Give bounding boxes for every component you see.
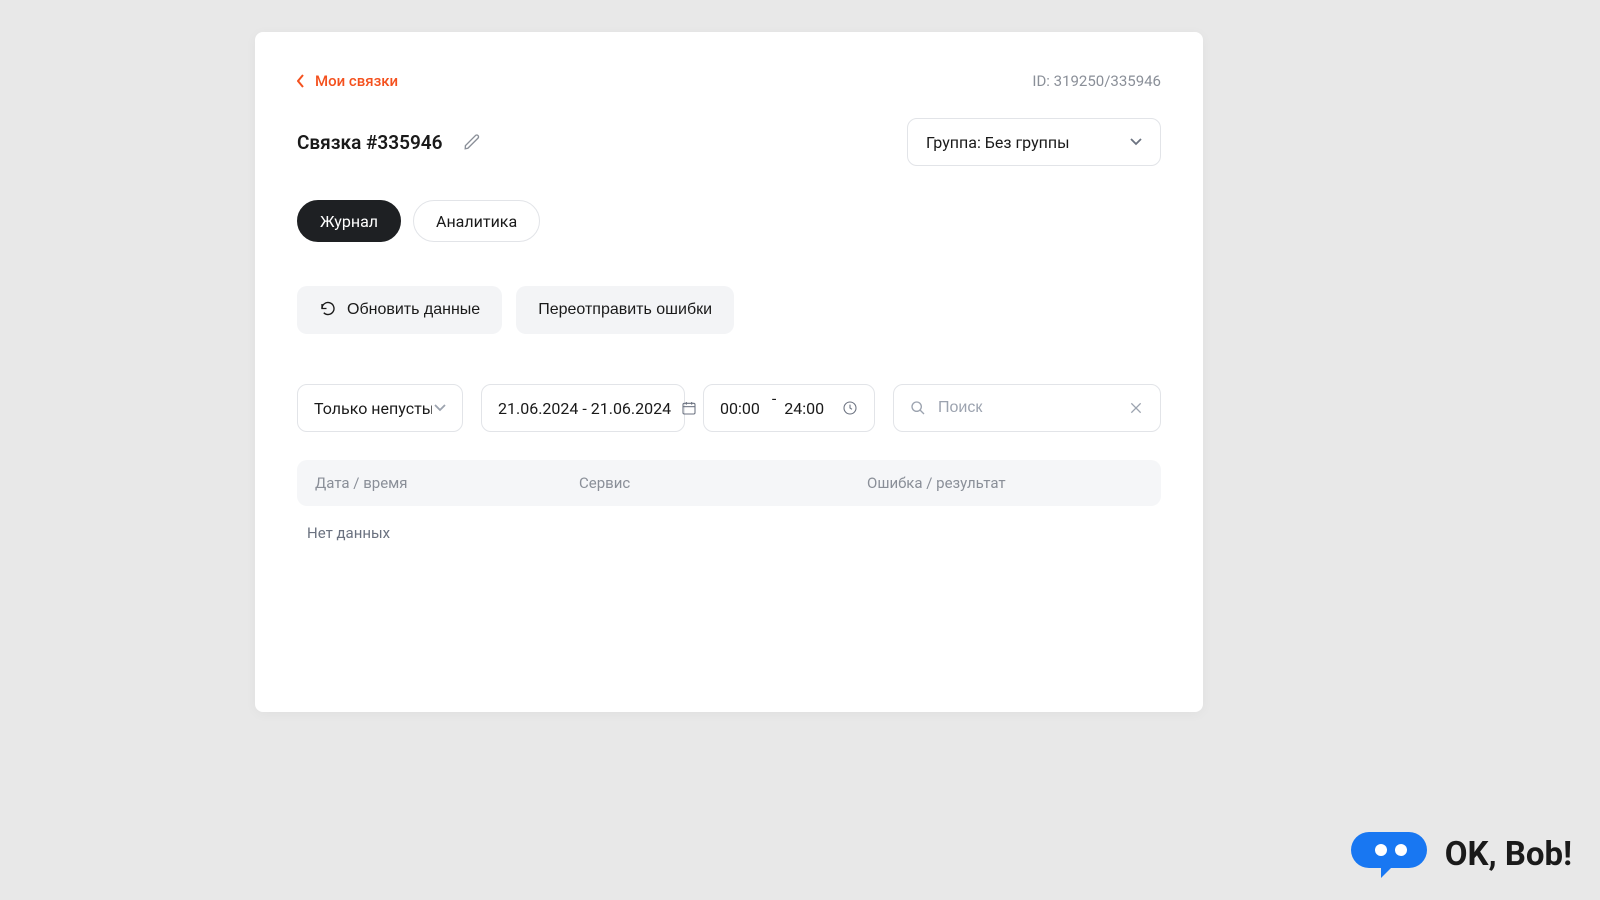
refresh-button-label: Обновить данные	[347, 301, 480, 319]
back-link-label: Мои связки	[315, 72, 398, 90]
filter-time-from: 00:00	[720, 399, 760, 418]
chevron-down-icon	[1130, 138, 1142, 146]
main-card: Мои связки ID: 319250/335946 Связка #335…	[255, 32, 1203, 712]
tab-journal[interactable]: Журнал	[297, 200, 401, 242]
filters-row: Только непустые 21.06.2024 - 21.06.2024 …	[297, 384, 1161, 432]
table-empty-message: Нет данных	[297, 506, 1161, 542]
chevron-left-icon	[297, 74, 305, 88]
tab-journal-label: Журнал	[320, 212, 378, 231]
column-date: Дата / время	[315, 474, 579, 492]
record-id: ID: 319250/335946	[1032, 72, 1161, 90]
filter-search	[893, 384, 1161, 432]
table-header: Дата / время Сервис Ошибка / результат	[297, 460, 1161, 506]
top-row: Мои связки ID: 319250/335946	[297, 72, 1161, 90]
pencil-icon[interactable]	[463, 133, 481, 151]
group-select-label: Группа: Без группы	[926, 133, 1070, 152]
resend-errors-label: Переотправить ошибки	[538, 301, 712, 319]
filter-nonempty-label: Только непустые	[314, 399, 432, 418]
chevron-down-icon	[434, 404, 446, 412]
filter-nonempty-select[interactable]: Только непустые	[297, 384, 463, 432]
filter-time-to: 24:00	[784, 399, 824, 418]
group-select[interactable]: Группа: Без группы	[907, 118, 1161, 166]
filter-time-range[interactable]: 00:00 - 24:00	[703, 384, 875, 432]
page-title: Связка #335946	[297, 131, 443, 154]
tab-analytics-label: Аналитика	[436, 212, 517, 231]
title-row: Связка #335946 Группа: Без группы	[297, 118, 1161, 166]
watermark: OK, Bob!	[1349, 830, 1572, 878]
column-error: Ошибка / результат	[867, 474, 1143, 492]
watermark-text: OK, Bob!	[1445, 835, 1572, 874]
filter-date-range-label: 21.06.2024 - 21.06.2024	[498, 399, 671, 418]
resend-errors-button[interactable]: Переотправить ошибки	[516, 286, 734, 334]
refresh-button[interactable]: Обновить данные	[297, 286, 502, 334]
close-icon[interactable]	[1128, 400, 1144, 416]
speech-bubble-icon	[1349, 830, 1429, 878]
actions-row: Обновить данные Переотправить ошибки	[297, 286, 1161, 334]
title-left: Связка #335946	[297, 131, 481, 154]
search-input[interactable]	[938, 399, 1116, 417]
filter-time-dash: -	[768, 389, 776, 427]
refresh-icon	[319, 301, 337, 319]
calendar-icon	[681, 400, 697, 416]
column-service: Сервис	[579, 474, 867, 492]
tabs: Журнал Аналитика	[297, 200, 1161, 242]
filter-date-range[interactable]: 21.06.2024 - 21.06.2024	[481, 384, 685, 432]
tab-analytics[interactable]: Аналитика	[413, 200, 540, 242]
back-link[interactable]: Мои связки	[297, 72, 398, 90]
clock-icon	[842, 400, 858, 416]
search-icon[interactable]	[910, 400, 926, 416]
